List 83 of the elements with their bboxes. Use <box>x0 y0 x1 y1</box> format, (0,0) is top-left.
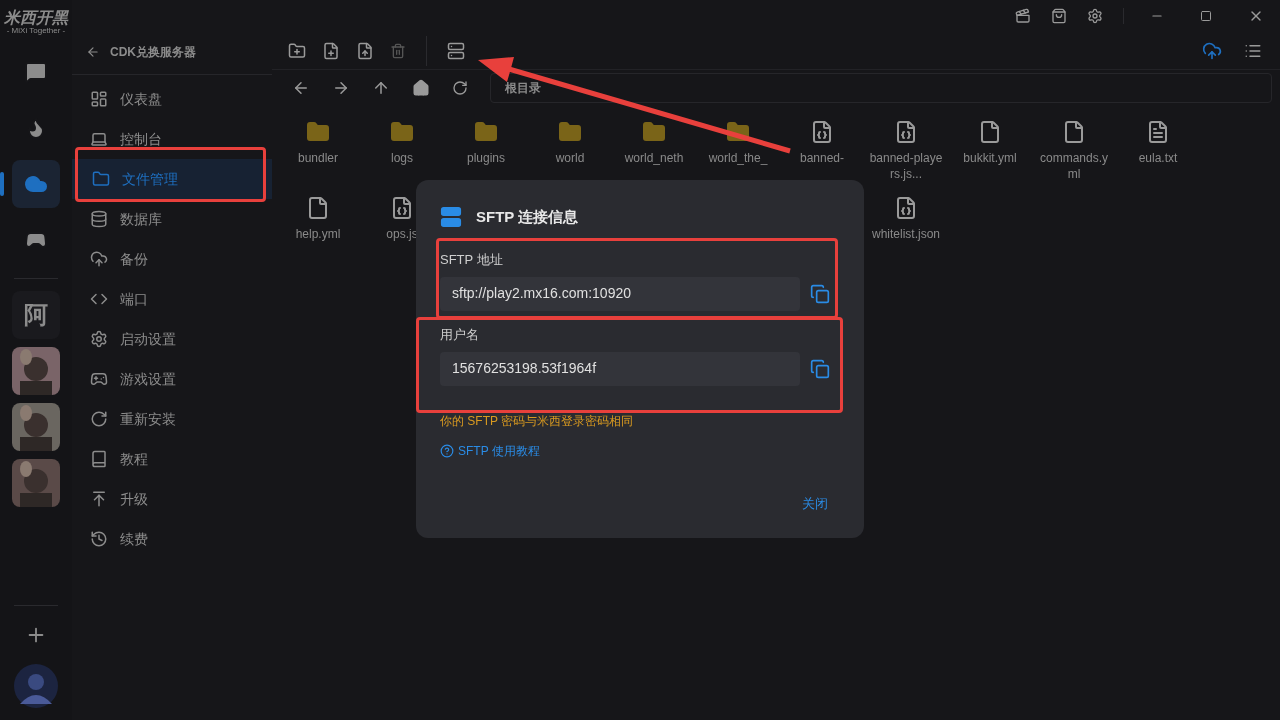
clapperboard-icon[interactable] <box>1015 8 1031 24</box>
server-icon[interactable] <box>447 41 465 60</box>
new-folder-icon[interactable] <box>288 41 306 60</box>
field-label: SFTP 地址 <box>440 250 504 269</box>
sidebar-item[interactable]: 备份 <box>72 239 272 279</box>
sidebar-item[interactable]: 续费 <box>72 519 272 559</box>
file-name[interactable]: world <box>532 150 608 166</box>
file-name[interactable]: bundler <box>280 150 356 166</box>
history-icon <box>90 530 108 548</box>
sidebar-item[interactable]: 文件管理 <box>72 159 272 199</box>
json-file-icon[interactable] <box>894 196 918 220</box>
new-file-icon[interactable] <box>322 41 340 60</box>
file-name[interactable]: world_the_ <box>700 150 776 166</box>
password-note: 你的 SFTP 密码与米西登录密码相同 <box>440 412 635 430</box>
path-field[interactable]: 根目录 <box>490 73 1272 103</box>
close-button[interactable]: 关闭 <box>802 493 828 513</box>
back-icon[interactable] <box>292 79 310 97</box>
file-icon[interactable] <box>306 196 330 220</box>
file-name[interactable]: commands.yml <box>1036 150 1112 182</box>
text-file-icon[interactable] <box>1146 120 1170 144</box>
dashboard-icon <box>90 90 108 108</box>
shopping-bag-icon[interactable] <box>1051 8 1067 24</box>
sidebar-item[interactable]: 端口 <box>72 279 272 319</box>
dialog-title: SFTP 连接信息 <box>476 207 579 227</box>
file-name[interactable]: logs <box>364 150 440 166</box>
user-avatar[interactable] <box>14 664 58 708</box>
laptop-icon <box>90 130 108 148</box>
app-logo: 米西开黑 <box>4 9 68 26</box>
back-link[interactable]: CDK兑换服务器 <box>72 40 272 64</box>
folder-icon <box>92 170 110 188</box>
file-name[interactable]: help.yml <box>280 226 356 242</box>
help-link[interactable]: SFTP 使用教程 <box>440 441 540 460</box>
upload-file-icon[interactable] <box>356 41 374 60</box>
cloud-icon[interactable] <box>12 160 60 208</box>
cloud-upload-icon <box>90 250 108 268</box>
database-icon <box>90 210 108 228</box>
server-icon <box>440 206 462 229</box>
selection-indicator <box>0 172 4 196</box>
folder-icon[interactable] <box>390 120 414 144</box>
file-name[interactable]: bukkit.yml <box>952 150 1028 166</box>
delete-icon[interactable] <box>390 42 406 59</box>
refresh-icon[interactable] <box>452 80 468 96</box>
folder-icon[interactable] <box>474 120 498 144</box>
gamepad-icon <box>90 370 108 388</box>
sidebar-item[interactable]: 重新安装 <box>72 399 272 439</box>
folder-icon[interactable] <box>306 120 330 144</box>
upload-icon <box>90 490 108 508</box>
file-name[interactable]: whitelist.json <box>868 226 944 242</box>
help-icon <box>440 443 454 458</box>
folder-icon[interactable] <box>642 120 666 144</box>
value-field[interactable]: sftp://play2.mx16.com:10920 <box>440 276 800 311</box>
logo-tagline: - MiXi Together - <box>6 25 66 35</box>
home-icon[interactable] <box>412 79 430 97</box>
field-label: 用户名 <box>440 325 480 344</box>
settings-icon <box>90 330 108 348</box>
file-name[interactable]: banned- <box>784 150 860 166</box>
json-file-icon[interactable] <box>390 196 414 220</box>
book-icon <box>90 450 108 468</box>
file-icon[interactable] <box>1062 120 1086 144</box>
file-icon[interactable] <box>978 120 1002 144</box>
value-field[interactable]: 15676253198.53f1964f <box>440 351 800 386</box>
up-icon[interactable] <box>372 79 390 97</box>
file-name[interactable]: eula.txt <box>1120 150 1196 166</box>
server-tile[interactable]: 阿 <box>12 291 60 339</box>
back-icon <box>86 45 100 59</box>
sidebar-item[interactable]: 控制台 <box>72 119 272 159</box>
sidebar-item[interactable]: 仪表盘 <box>72 79 272 119</box>
file-name[interactable]: plugins <box>448 150 524 166</box>
folder-icon[interactable] <box>558 120 582 144</box>
sidebar-item[interactable]: 数据库 <box>72 199 272 239</box>
forward-icon[interactable] <box>332 79 350 97</box>
settings-icon[interactable] <box>1087 8 1103 24</box>
cloud-upload-icon[interactable] <box>1202 40 1222 61</box>
sidebar-item[interactable]: 教程 <box>72 439 272 479</box>
file-name[interactable]: banned-players.js... <box>868 150 944 182</box>
sidebar-item[interactable]: 启动设置 <box>72 319 272 359</box>
maximize-icon[interactable] <box>1200 10 1212 22</box>
refresh-icon <box>90 410 108 428</box>
sidebar-item[interactable]: 升级 <box>72 479 272 519</box>
file-name[interactable]: world_neth <box>616 150 692 166</box>
sidebar-item[interactable]: 游戏设置 <box>72 359 272 399</box>
json-file-icon[interactable] <box>810 120 834 144</box>
json-file-icon[interactable] <box>894 120 918 144</box>
